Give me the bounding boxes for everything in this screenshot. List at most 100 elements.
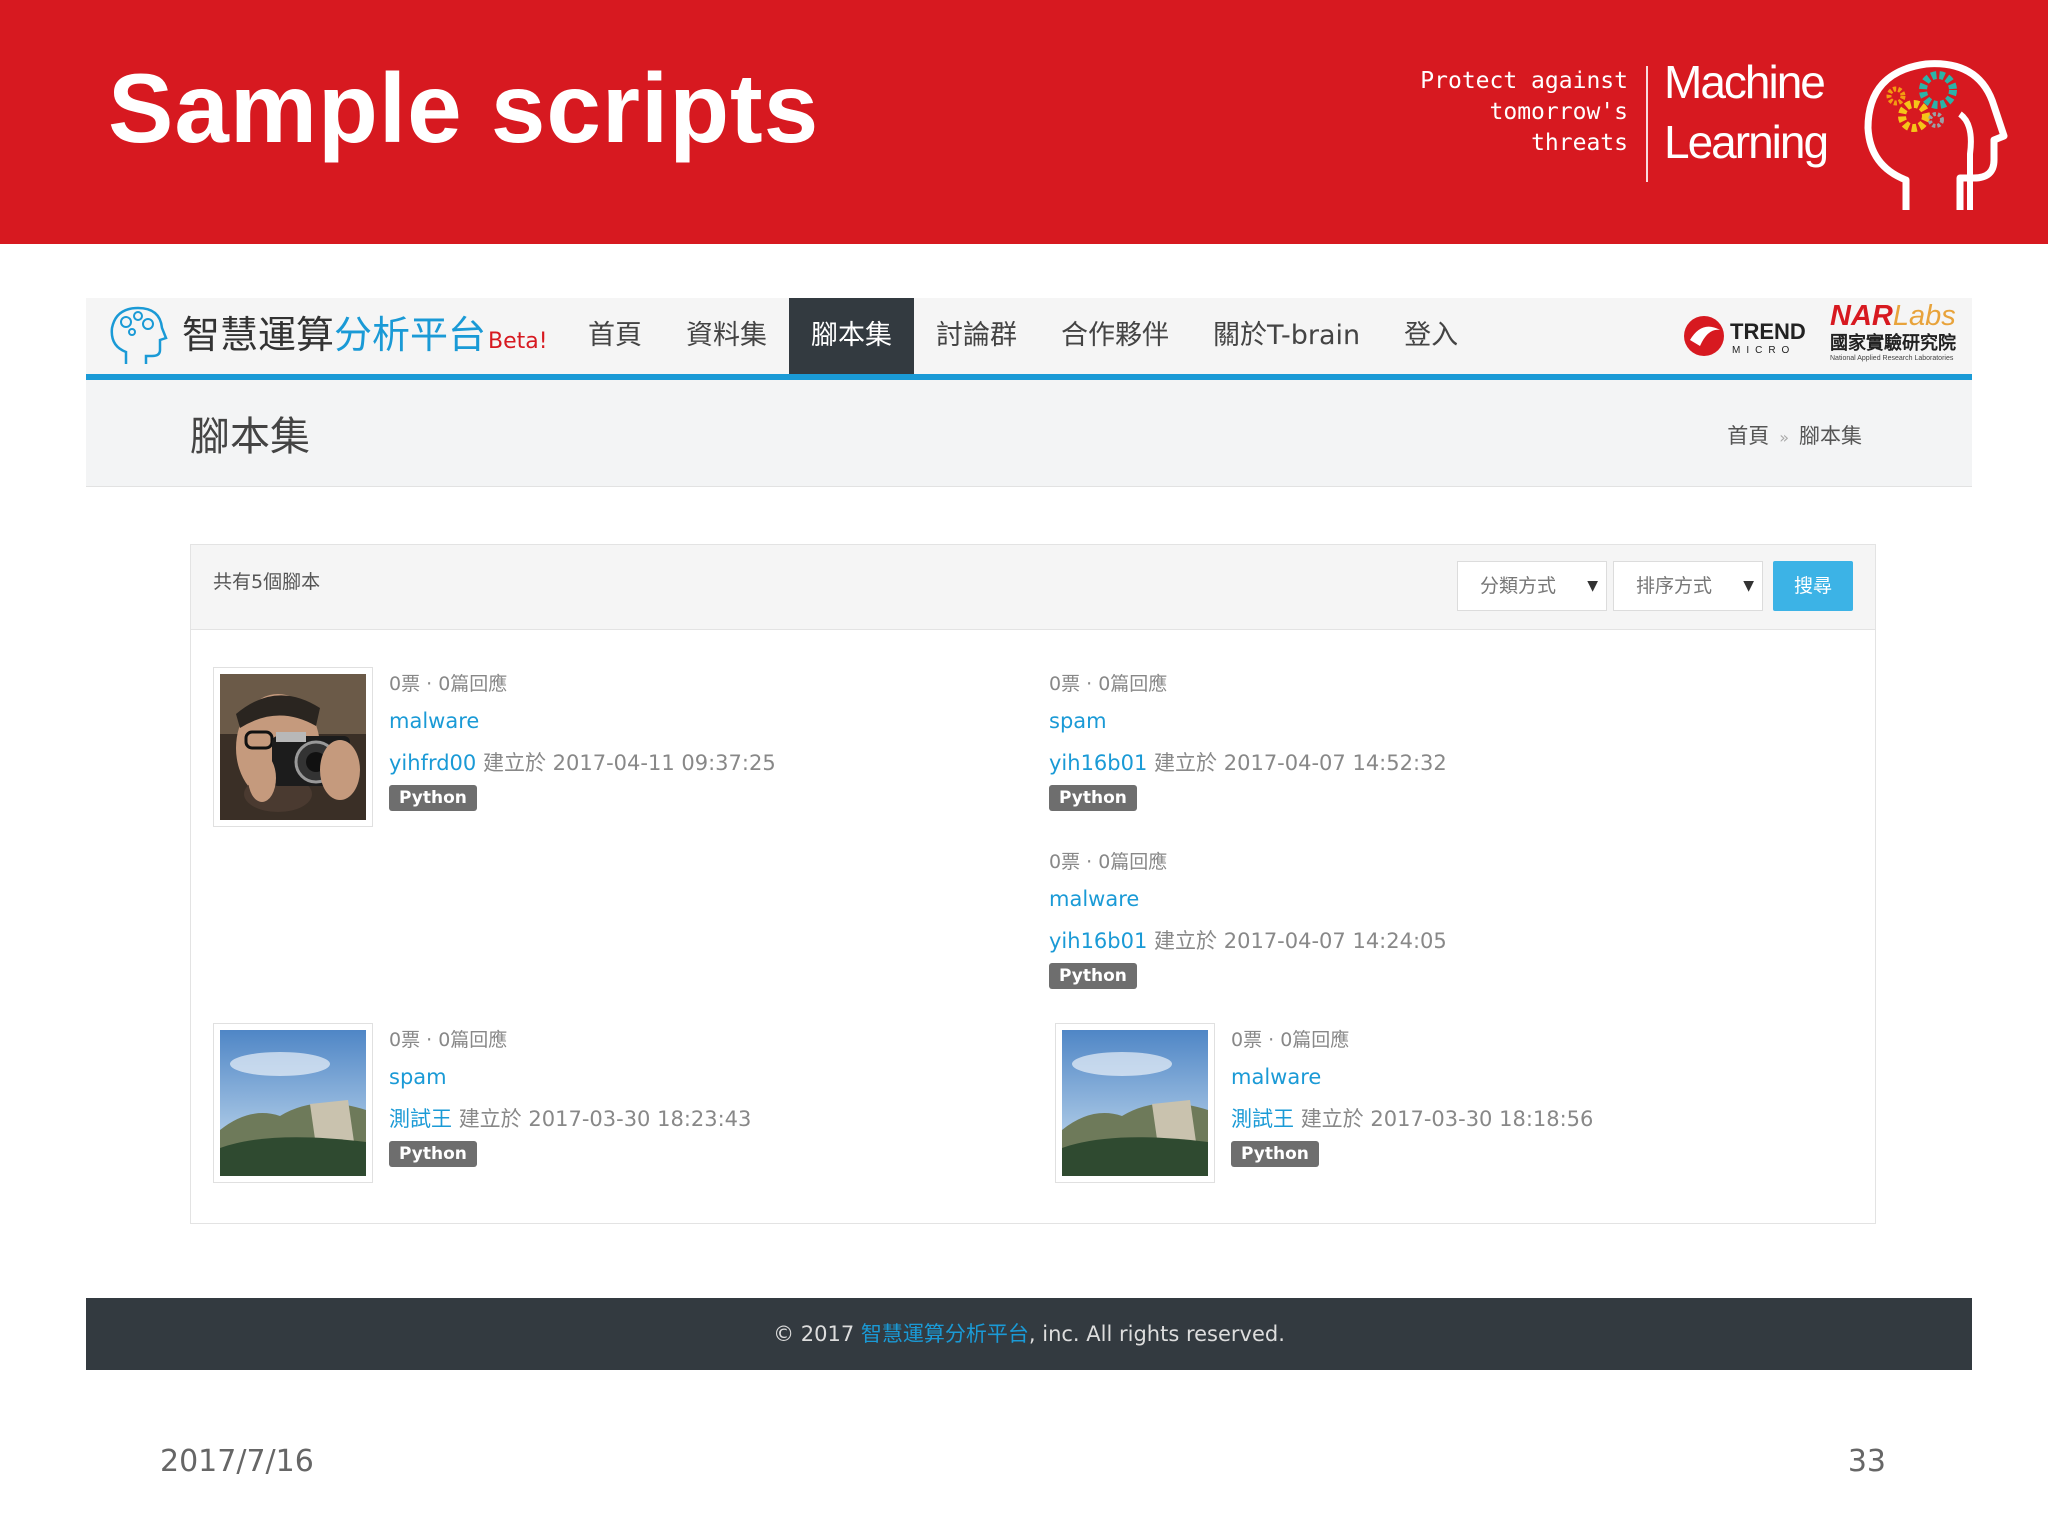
- slide-header-banner: Sample scripts Protect against tomorrow'…: [0, 0, 2048, 244]
- trend-micro-logo[interactable]: TREND MICRO: [1682, 306, 1812, 366]
- tagline-line-1: Protect against: [1420, 68, 1628, 94]
- breadcrumb-separator: »: [1779, 428, 1789, 447]
- script-category-link[interactable]: malware: [1049, 879, 1447, 921]
- script-byline: yihfrd00 建立於 2017-04-11 09:37:25: [389, 743, 776, 781]
- head-gears-icon: [1864, 60, 2008, 210]
- script-meta: 0票 · 0篇回應 malware yihfrd00 建立於 2017-04-1…: [389, 667, 776, 811]
- author-link[interactable]: yihfrd00: [389, 751, 476, 775]
- script-category-link[interactable]: malware: [389, 701, 776, 743]
- script-byline: yih16b01 建立於 2017-04-07 14:24:05: [1049, 921, 1447, 959]
- category-select-value: 分類方式: [1480, 575, 1557, 597]
- user-avatar[interactable]: [213, 1023, 373, 1183]
- script-meta: 0票 · 0篇回應 spam yih16b01 建立於 2017-04-07 1…: [1049, 667, 1447, 811]
- camera-selfie-photo: [220, 674, 366, 820]
- category-select[interactable]: 分類方式 ▼: [1457, 561, 1607, 611]
- author-link[interactable]: 測試王: [389, 1107, 452, 1131]
- tagline-line-3: threats: [1531, 130, 1628, 156]
- beta-badge: Beta!: [488, 329, 548, 354]
- caret-down-icon: ▼: [1587, 578, 1598, 594]
- footer-suffix: , inc. All rights reserved.: [1028, 1322, 1285, 1346]
- narlabs-logo[interactable]: NARLabs 國家實驗研究院 National Applied Researc…: [1830, 300, 1970, 370]
- brain-logo-icon: [110, 306, 168, 364]
- sort-select[interactable]: 排序方式 ▼: [1613, 561, 1763, 611]
- trend-sub: MICRO: [1732, 345, 1795, 356]
- language-badge: Python: [1049, 963, 1137, 989]
- user-avatar[interactable]: [1055, 1023, 1215, 1183]
- breadcrumb: 首頁 » 腳本集: [1727, 420, 1862, 450]
- nav-datasets[interactable]: 資料集: [664, 298, 789, 374]
- script-byline: 測試王 建立於 2017-03-30 18:18:56: [1231, 1099, 1593, 1137]
- page-title: 腳本集: [190, 414, 310, 460]
- page-header: 腳本集 首頁 » 腳本集: [86, 380, 1972, 487]
- machine-learning-label: Machine Learning: [1664, 52, 1829, 172]
- scripts-panel: 共有5個腳本 分類方式 ▼ 排序方式 ▼ 搜尋 0票 · 0篇回應 malwar…: [190, 544, 1876, 1224]
- created-label: 建立於: [1300, 1107, 1364, 1131]
- created-date: 2017-04-07 14:52:32: [1223, 751, 1447, 775]
- nav-home[interactable]: 首頁: [566, 298, 664, 374]
- script-category-link[interactable]: spam: [389, 1057, 751, 1099]
- created-date: 2017-04-07 14:24:05: [1223, 929, 1447, 953]
- author-link[interactable]: yih16b01: [1049, 929, 1147, 953]
- brand-part-1: 智慧運算: [182, 313, 335, 357]
- breadcrumb-current: 腳本集: [1799, 424, 1862, 448]
- site-brand[interactable]: 智慧運算分析平台Beta!: [182, 310, 548, 367]
- votes-replies: 0票 · 0篇回應: [389, 673, 508, 695]
- slide-title: Sample scripts: [108, 53, 820, 163]
- nar-english-name: National Applied Research Laboratories: [1830, 355, 1954, 362]
- search-button[interactable]: 搜尋: [1773, 561, 1853, 611]
- nar-chinese-name: 國家實驗研究院: [1830, 333, 1956, 354]
- script-meta: 0票 · 0篇回應 spam 測試王 建立於 2017-03-30 18:23:…: [389, 1023, 751, 1167]
- language-badge: Python: [389, 785, 477, 811]
- script-byline: 測試王 建立於 2017-03-30 18:23:43: [389, 1099, 751, 1137]
- nar-name: NAR: [1830, 300, 1893, 332]
- author-link[interactable]: 測試王: [1231, 1107, 1294, 1131]
- script-category-link[interactable]: spam: [1049, 701, 1447, 743]
- nar-labs: Labs: [1892, 300, 1956, 332]
- landscape-photo: [220, 1030, 366, 1176]
- sort-select-value: 排序方式: [1636, 575, 1713, 597]
- script-meta: 0票 · 0篇回應 malware 測試王 建立於 2017-03-30 18:…: [1231, 1023, 1593, 1167]
- created-label: 建立於: [458, 1107, 522, 1131]
- nav-about[interactable]: 關於T-brain: [1191, 298, 1382, 374]
- user-avatar[interactable]: [213, 667, 373, 827]
- main-nav: 首頁 資料集 腳本集 討論群 合作夥伴 關於T-brain 登入: [566, 298, 1480, 374]
- author-link[interactable]: yih16b01: [1049, 751, 1147, 775]
- panel-toolbar: 共有5個腳本 分類方式 ▼ 排序方式 ▼ 搜尋: [191, 545, 1875, 630]
- footer-site-link[interactable]: 智慧運算分析平台: [861, 1322, 1029, 1346]
- ml-line-2: Learning: [1664, 116, 1829, 168]
- votes-replies: 0票 · 0篇回應: [1049, 673, 1168, 695]
- footer-prefix: © 2017: [773, 1322, 861, 1346]
- script-category-link[interactable]: malware: [1231, 1057, 1593, 1099]
- script-count: 共有5個腳本: [213, 571, 321, 593]
- created-date: 2017-03-30 18:23:43: [528, 1107, 752, 1131]
- website-screenshot: 智慧運算分析平台Beta! 首頁 資料集 腳本集 討論群 合作夥伴 關於T-br…: [86, 298, 1972, 1224]
- language-badge: Python: [1049, 785, 1137, 811]
- language-badge: Python: [389, 1141, 477, 1167]
- tagline-divider: [1646, 66, 1648, 182]
- created-label: 建立於: [482, 751, 546, 775]
- brand-part-2: 分析平台: [334, 313, 487, 357]
- slide-page-number: 33: [1847, 1444, 1886, 1479]
- created-date: 2017-04-11 09:37:25: [552, 751, 776, 775]
- nav-scripts[interactable]: 腳本集: [789, 298, 914, 374]
- tagline-line-2: tomorrow's: [1489, 99, 1628, 125]
- breadcrumb-home[interactable]: 首頁: [1727, 424, 1769, 448]
- landscape-photo: [1062, 1030, 1208, 1176]
- ml-line-1: Machine: [1664, 56, 1826, 108]
- created-date: 2017-03-30 18:18:56: [1370, 1107, 1594, 1131]
- navbar: 智慧運算分析平台Beta! 首頁 資料集 腳本集 討論群 合作夥伴 關於T-br…: [86, 298, 1972, 380]
- votes-replies: 0票 · 0篇回應: [389, 1029, 508, 1051]
- nav-login[interactable]: 登入: [1382, 298, 1480, 374]
- votes-replies: 0票 · 0篇回應: [1231, 1029, 1350, 1051]
- nav-discussions[interactable]: 討論群: [914, 298, 1039, 374]
- script-meta: 0票 · 0篇回應 malware yih16b01 建立於 2017-04-0…: [1049, 845, 1447, 989]
- created-label: 建立於: [1154, 751, 1218, 775]
- site-footer: © 2017 智慧運算分析平台, inc. All rights reserve…: [86, 1298, 1972, 1370]
- nav-partners[interactable]: 合作夥伴: [1039, 298, 1191, 374]
- tagline: Protect against tomorrow's threats: [1380, 66, 1628, 159]
- trend-name: TREND: [1730, 319, 1806, 344]
- script-byline: yih16b01 建立於 2017-04-07 14:52:32: [1049, 743, 1447, 781]
- language-badge: Python: [1231, 1141, 1319, 1167]
- slide-date: 2017/7/16: [160, 1444, 314, 1479]
- votes-replies: 0票 · 0篇回應: [1049, 851, 1168, 873]
